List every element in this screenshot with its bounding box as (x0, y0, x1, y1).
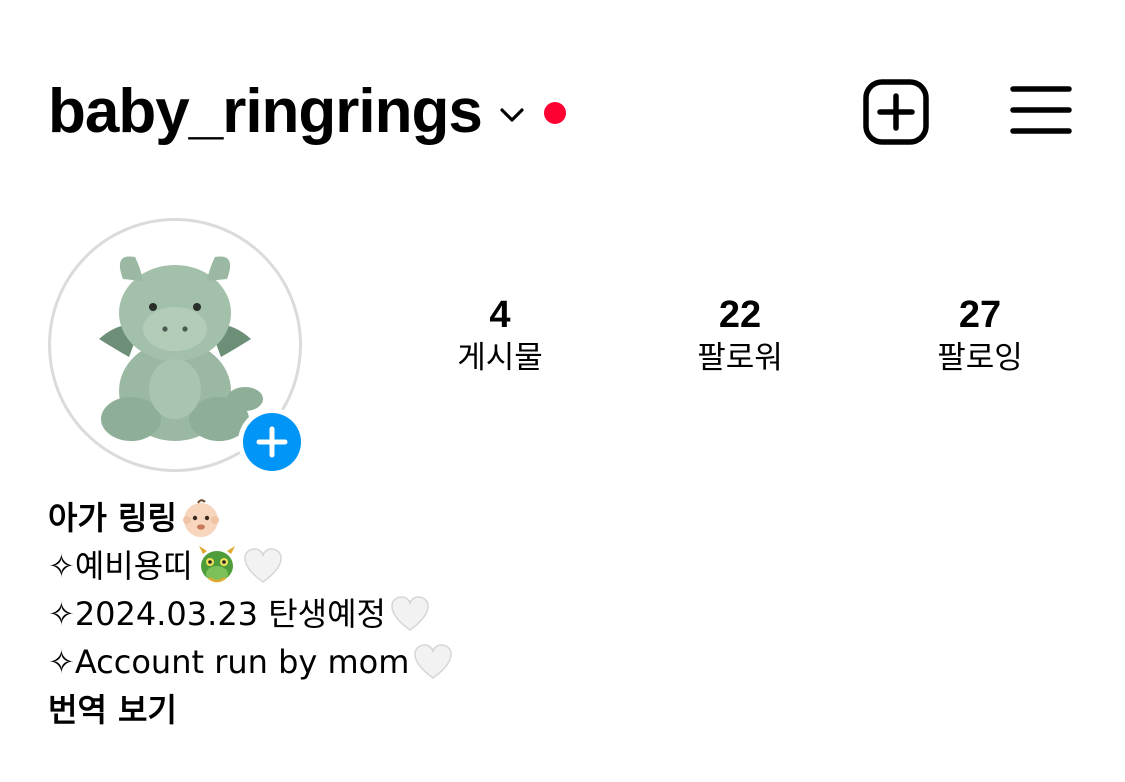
bio-line-3-text: ✧Account run by mom (48, 643, 410, 681)
add-story-button[interactable] (238, 408, 306, 476)
following-count[interactable]: 27 팔로잉 (890, 292, 1070, 378)
white-heart-emoji (414, 644, 453, 679)
hamburger-menu-icon[interactable] (1010, 84, 1072, 136)
bio-line-2: ✧2024.03.23 탄생예정 (48, 590, 1048, 638)
posts-count[interactable]: 4 게시물 (410, 292, 590, 378)
dragon-face-emoji (198, 546, 235, 583)
posts-count-label: 게시물 (457, 340, 543, 376)
following-count-value: 27 (958, 294, 1002, 336)
plus-icon (256, 426, 288, 458)
profile-summary: 4 게시물 22 팔로워 27 팔로잉 (0, 180, 1125, 500)
white-heart-emoji (391, 596, 429, 631)
plus-square-icon[interactable] (862, 78, 930, 146)
followers-count-value: 22 (718, 294, 762, 336)
posts-count-value: 4 (489, 294, 511, 336)
bio-line-1: ✧예비용띠 (48, 542, 1048, 590)
bio-line-1-text: ✧예비용띠 (48, 547, 193, 585)
translate-line: 번역 보기 (48, 686, 1048, 734)
notification-dot (543, 102, 566, 124)
see-translation-link[interactable]: 번역 보기 (48, 686, 177, 734)
story-add-badge (243, 413, 301, 471)
bio-line-2-text: ✧2024.03.23 탄생예정 (48, 595, 386, 633)
profile-bio: 아가 링링 ✧예비용띠 ✧2024.03.23 탄생예정 ✧Account ru… (48, 494, 1048, 734)
white-heart-emoji (243, 548, 282, 583)
chevron-down-icon (500, 108, 524, 122)
profile-header: baby_ringrings (0, 0, 1125, 180)
account-switcher[interactable]: baby_ringrings (48, 72, 566, 152)
username-title: baby_ringrings (48, 77, 483, 146)
display-name: 아가 링링 (48, 499, 177, 537)
bio-name-line: 아가 링링 (48, 494, 1048, 542)
followers-count-label: 팔로워 (697, 340, 783, 376)
bio-line-3: ✧Account run by mom (48, 638, 1048, 686)
followers-count[interactable]: 22 팔로워 (650, 292, 830, 378)
following-count-label: 팔로잉 (937, 340, 1023, 376)
baby-face-emoji (182, 499, 219, 537)
